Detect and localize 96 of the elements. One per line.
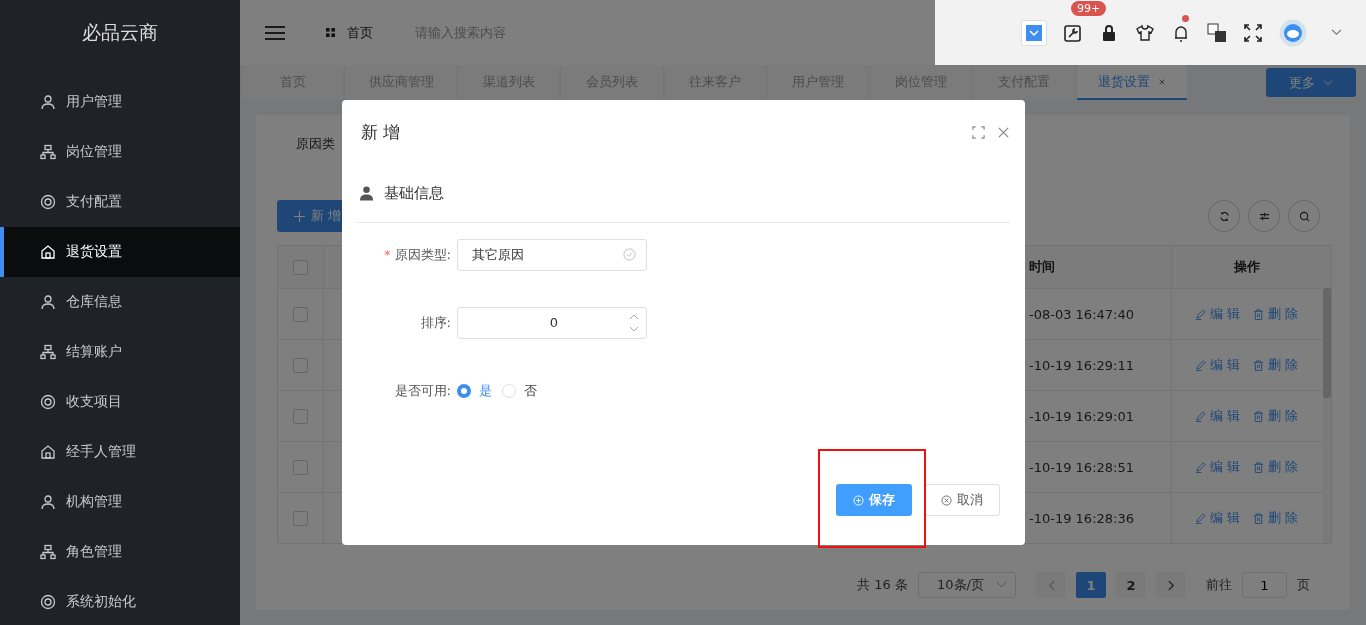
checkbox[interactable] [293, 306, 308, 322]
table-cell: -10-19 16:29:01 [1029, 408, 1134, 424]
refresh-icon [1218, 210, 1230, 222]
field-label: 排序: [420, 313, 451, 332]
filter-label: 原因类 [296, 136, 335, 151]
check-circle-icon [623, 248, 636, 261]
chevron-down-icon[interactable] [1331, 29, 1342, 36]
sidebar-item[interactable]: 用户管理 [0, 77, 240, 127]
grid-icon [326, 28, 335, 37]
maximize-icon[interactable] [972, 125, 985, 139]
delete-link[interactable]: 删 除 [1252, 407, 1298, 425]
search-icon [1298, 210, 1310, 222]
pencil-icon [1195, 308, 1207, 320]
sidebar-item[interactable]: 仓库信息 [0, 277, 240, 327]
trash-icon [1252, 308, 1264, 320]
pencil-icon [1195, 461, 1207, 473]
sidebar-item[interactable]: 结算账户 [0, 327, 240, 377]
radio-option[interactable]: 是 [457, 381, 492, 400]
sidebar-item[interactable]: 岗位管理 [0, 127, 240, 177]
plus-icon [294, 210, 305, 222]
filter-button[interactable] [1248, 200, 1280, 232]
delete-link[interactable]: 删 除 [1252, 356, 1298, 374]
fullscreen-icon[interactable] [1243, 22, 1263, 43]
number-field[interactable]: 0 [457, 306, 647, 339]
shirt-icon[interactable] [1135, 22, 1155, 43]
user-icon [359, 185, 374, 201]
app-title: 必品云商 [81, 19, 159, 45]
goto-label: 前往 [1206, 576, 1232, 594]
pencil-icon [1195, 512, 1207, 524]
save-button[interactable]: 保存 [836, 484, 912, 516]
trash-icon [1252, 461, 1264, 473]
chevron-right-icon [1167, 579, 1175, 591]
table-cell: -10-19 16:28:36 [1029, 510, 1134, 526]
sidebar-item[interactable]: 支付配置 [0, 177, 240, 227]
notification-badge: 99+ [1071, 0, 1107, 16]
page-button[interactable]: 1 [1076, 572, 1106, 598]
delete-link[interactable]: 删 除 [1252, 509, 1298, 527]
field-label: 原因类型: [394, 245, 451, 264]
checkbox[interactable] [293, 357, 308, 373]
page-input[interactable]: 1 [1242, 572, 1287, 598]
cancel-button[interactable]: 取消 [924, 484, 1000, 516]
close-circle-icon [941, 494, 952, 506]
sidebar-item[interactable]: 机构管理 [0, 477, 240, 527]
column-header: 操作 [1233, 258, 1260, 276]
field-label: 是否可用: [394, 381, 451, 400]
sidebar-item[interactable]: 系统初始化 [0, 577, 240, 625]
sidebar-item[interactable]: 退货设置 [0, 227, 240, 277]
delete-link[interactable]: 删 除 [1252, 305, 1298, 323]
page-size-select[interactable]: 10条/页 [918, 572, 1016, 598]
chevron-left-icon [1047, 579, 1055, 591]
scrollbar-thumb[interactable] [1323, 288, 1331, 398]
next-page-button[interactable] [1156, 572, 1186, 598]
checkbox[interactable] [293, 408, 308, 424]
edit-link[interactable]: 编 辑 [1195, 458, 1241, 476]
checkbox[interactable] [293, 459, 308, 475]
close-icon[interactable] [997, 125, 1010, 139]
sidebar-item[interactable]: 经手人管理 [0, 427, 240, 477]
required-mark: * [384, 247, 391, 262]
pencil-icon [1195, 359, 1207, 371]
table-cell: -10-19 16:28:51 [1029, 459, 1134, 475]
page-label: 页 [1297, 576, 1310, 594]
dialog-title: 新 增 [361, 120, 402, 144]
edit-link[interactable]: 编 辑 [1195, 407, 1241, 425]
breadcrumb[interactable]: 首页 [347, 23, 373, 42]
wrench-icon[interactable] [1063, 22, 1083, 43]
chevron-down-icon [1323, 79, 1333, 86]
column-header: 时间 [1029, 258, 1055, 276]
page-button[interactable]: 2 [1116, 572, 1146, 598]
plus-circle-icon [853, 494, 864, 506]
sidebar-item[interactable]: 角色管理 [0, 527, 240, 577]
table-cell: -08-03 16:47:40 [1029, 306, 1134, 322]
trash-icon [1252, 359, 1264, 371]
section-title: 基础信息 [384, 183, 444, 203]
sidebar-item[interactable]: 收支项目 [0, 377, 240, 427]
delete-link[interactable]: 删 除 [1252, 458, 1298, 476]
edit-link[interactable]: 编 辑 [1195, 356, 1241, 374]
chevron-down-icon [996, 581, 1007, 589]
tab[interactable]: 退货设置 [1077, 65, 1187, 100]
checkbox[interactable] [293, 259, 308, 275]
refresh-button[interactable] [1208, 200, 1240, 232]
close-icon[interactable] [1158, 77, 1166, 86]
edit-link[interactable]: 编 辑 [1195, 509, 1241, 527]
sliders-icon [1258, 210, 1270, 222]
edit-link[interactable]: 编 辑 [1195, 305, 1241, 323]
select-field[interactable]: 其它原因 [457, 238, 647, 271]
radio-option[interactable]: 否 [502, 381, 537, 400]
trash-icon [1252, 512, 1264, 524]
pencil-icon [1195, 410, 1207, 422]
search-button[interactable] [1288, 200, 1320, 232]
more-button[interactable]: 更多 [1266, 68, 1356, 97]
dropdown-button[interactable] [1021, 19, 1047, 46]
table-cell: -10-19 16:29:11 [1029, 357, 1134, 373]
avatar[interactable] [1279, 18, 1307, 47]
total-count: 共 16 条 [857, 576, 908, 594]
trash-icon [1252, 410, 1264, 422]
checkbox[interactable] [293, 510, 308, 526]
